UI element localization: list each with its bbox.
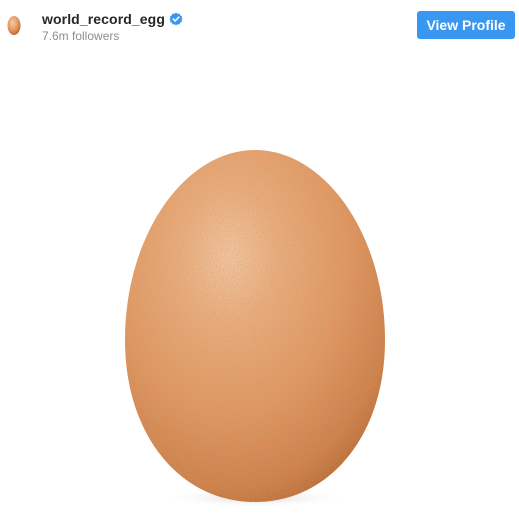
username-row: world_record_egg (42, 10, 183, 28)
view-profile-button[interactable]: View Profile (417, 11, 515, 39)
avatar[interactable] (7, 14, 21, 36)
post-image[interactable] (0, 50, 519, 530)
post-header: world_record_egg 7.6m followers View Pro… (0, 0, 519, 50)
user-info: world_record_egg 7.6m followers (42, 10, 183, 43)
verified-badge-icon (169, 12, 183, 26)
egg-avatar-icon (7, 16, 21, 35)
username-link[interactable]: world_record_egg (42, 11, 165, 27)
follower-count: 7.6m followers (42, 29, 120, 43)
egg-photo (125, 150, 385, 508)
